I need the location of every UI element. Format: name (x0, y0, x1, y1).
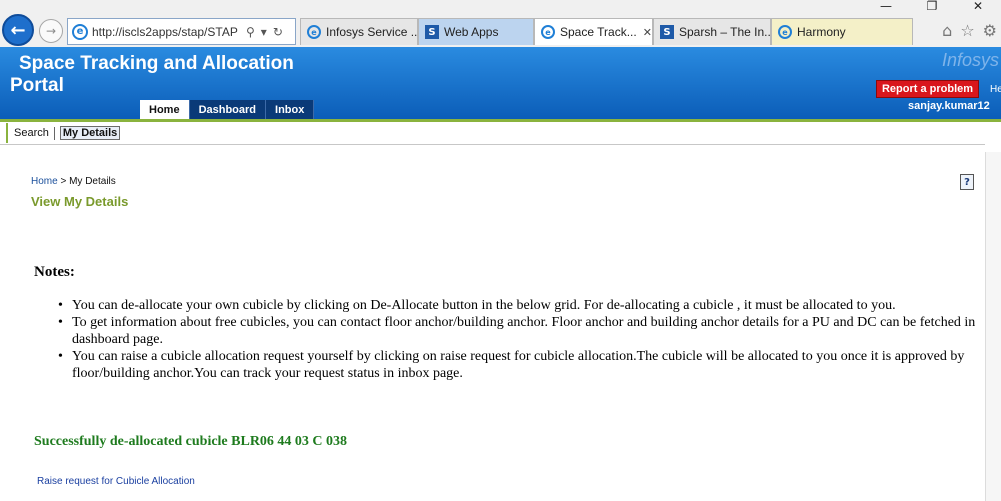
address-url[interactable]: http://iscls2apps/stap/STAP (92, 25, 242, 39)
browser-chrome: — ❐ ✕ ← → e http://iscls2apps/stap/STAP … (0, 0, 1001, 47)
tab-sparsh[interactable]: S Sparsh – The In... (653, 18, 771, 45)
nav-inbox[interactable]: Inbox (266, 100, 315, 119)
settings-gear-icon[interactable]: ⚙ (983, 21, 997, 40)
ie-icon: e (778, 25, 792, 39)
ie-icon: e (307, 25, 321, 39)
window-controls: — ❐ ✕ (863, 0, 1001, 13)
notes-title: Notes: (34, 264, 75, 280)
page-title: View My Details (31, 194, 129, 209)
vertical-scrollbar[interactable] (985, 152, 1001, 501)
address-bar[interactable]: e http://iscls2apps/stap/STAP ⚲ ▾ ↻ (67, 18, 296, 45)
forward-arrow-icon[interactable]: → (39, 19, 63, 43)
chevron-down-icon[interactable]: ▾ (261, 25, 267, 39)
close-tab-icon[interactable]: ✕ (643, 26, 652, 39)
tab-harmony[interactable]: e Harmony (771, 18, 913, 45)
sharepoint-icon: S (660, 25, 674, 39)
list-item: You can raise a cubicle allocation reque… (56, 348, 976, 382)
brand-logo: Infosys (941, 50, 999, 70)
app-title: Space Tracking and Allocation Portal (10, 53, 294, 96)
report-problem-button[interactable]: Report a problem (876, 80, 979, 98)
list-item: You can de-allocate your own cubicle by … (56, 297, 976, 314)
favorites-star-icon[interactable]: ☆ (960, 21, 974, 40)
breadcrumb: Home > My Details (31, 176, 116, 187)
divider (0, 144, 985, 145)
search-icon[interactable]: ⚲ (246, 25, 255, 39)
accent-divider (0, 119, 1001, 122)
tab-infosys-service[interactable]: e Infosys Service ... (300, 18, 418, 45)
help-question-icon[interactable]: ? (960, 174, 974, 190)
nav-dashboard[interactable]: Dashboard (189, 100, 267, 119)
sub-nav-my-details[interactable]: My Details (59, 126, 121, 140)
close-window-icon[interactable]: ✕ (955, 0, 1001, 13)
breadcrumb-home[interactable]: Home (31, 176, 58, 187)
back-arrow-icon[interactable]: ← (2, 14, 34, 46)
list-item: To get information about free cubicles, … (56, 314, 976, 348)
main-nav: Home Dashboard Inbox (140, 100, 315, 119)
help-link[interactable]: He (990, 84, 1001, 95)
breadcrumb-current: My Details (69, 176, 116, 187)
home-icon[interactable]: ⌂ (942, 21, 952, 40)
sharepoint-icon: S (425, 25, 439, 39)
sub-nav-search[interactable]: Search (14, 127, 49, 139)
user-name: sanjay.kumar12 (908, 100, 990, 112)
divider (53, 126, 55, 140)
restore-icon[interactable]: ❐ (909, 0, 955, 13)
refresh-icon[interactable]: ↻ (273, 25, 283, 39)
success-message: Successfully de-allocated cubicle BLR06 … (34, 434, 348, 449)
ie-icon: e (72, 23, 88, 40)
minimize-icon[interactable]: — (863, 0, 909, 13)
tab-strip: e Infosys Service ... S Web Apps e Space… (300, 18, 913, 45)
tab-web-apps[interactable]: S Web Apps (418, 18, 534, 45)
breadcrumb-separator: > (57, 176, 70, 187)
nav-home[interactable]: Home (140, 100, 190, 119)
tab-space-tracking[interactable]: e Space Track... ✕ (534, 18, 653, 45)
ie-icon: e (541, 25, 555, 39)
raise-request-link[interactable]: Raise request for Cubicle Allocation (37, 476, 195, 487)
sub-nav: Search My Details (6, 123, 121, 143)
notes-list: You can de-allocate your own cubicle by … (56, 297, 976, 382)
